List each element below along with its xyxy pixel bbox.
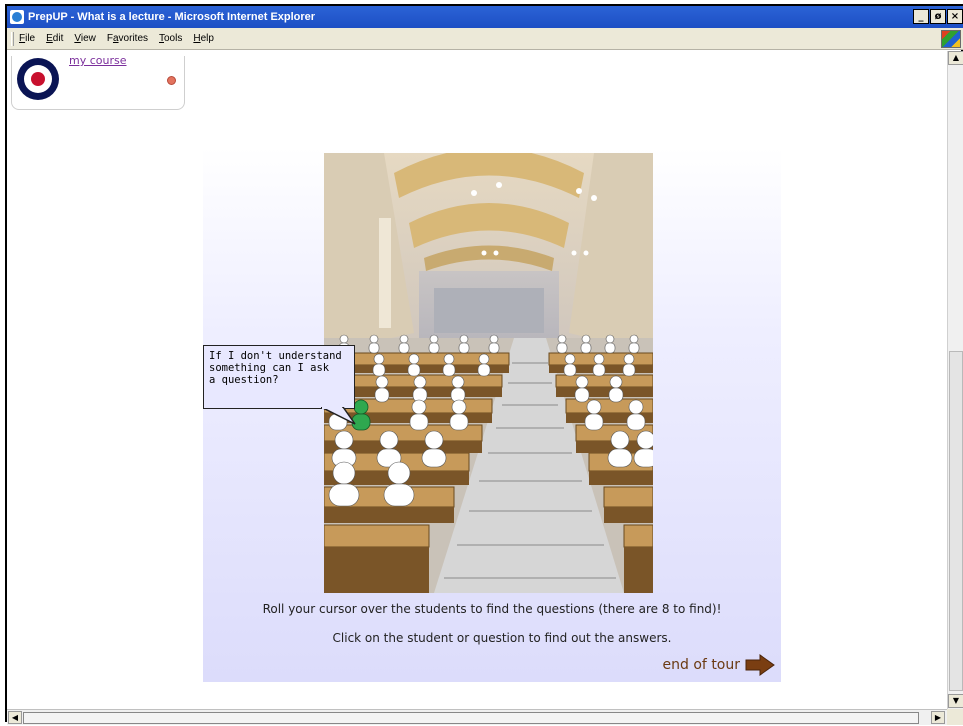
menu-view[interactable]: View [74,33,96,44]
menu-help-label: elp [200,33,214,44]
scroll-right-arrow-icon[interactable]: ▶ [931,711,945,724]
browser-window: PrepUP - What is a lecture - Microsoft I… [5,4,963,725]
roundel-logo-icon [17,58,59,100]
menu-help[interactable]: Help [193,33,214,44]
lecture-hall-illustration [324,153,653,593]
scrollbar-corner [947,709,963,725]
instruction-line-2: Click on the student or question to find… [332,631,672,645]
window-controls: _ ø × [913,9,963,24]
instruction-line-1: Roll your cursor over the students to fi… [262,602,722,616]
menu-favorites[interactable]: Favorites [107,33,148,44]
menu-file[interactable]: File [19,33,35,44]
question-callout[interactable]: If I don't understand something can I as… [203,345,355,409]
horizontal-scrollbar[interactable]: ◀ ▶ [7,709,947,725]
close-button[interactable]: × [947,9,963,24]
title-bar[interactable]: PrepUP - What is a lecture - Microsoft I… [7,6,963,28]
menu-file-label: ile [25,33,36,44]
horizontal-scroll-thumb[interactable] [23,712,919,724]
arrow-right-icon [745,654,775,676]
menu-view-label: iew [80,33,96,44]
my-course-link[interactable]: my course [69,54,127,67]
menu-tools[interactable]: Tools [159,33,182,44]
roundel-center [31,72,45,86]
ie-page-icon [10,10,24,24]
close-dot-icon[interactable] [167,76,176,85]
window-title: PrepUP - What is a lecture - Microsoft I… [28,11,316,23]
lecture-hall-image[interactable] [324,153,653,593]
callout-text: If I don't understand something can I as… [209,350,342,386]
menu-bar: File Edit View Favorites Tools Help [7,28,963,50]
menu-edit-label: dit [52,33,64,44]
end-of-tour-link[interactable]: end of tour [663,654,775,676]
scroll-up-arrow-icon[interactable]: ▲ [948,51,963,65]
scroll-left-arrow-icon[interactable]: ◀ [8,711,22,724]
vertical-scrollbar[interactable]: ▲ ▼ [947,51,963,709]
menu-edit-accel: E [46,33,53,44]
windows-logo-icon [941,30,961,48]
end-of-tour-label: end of tour [662,657,740,673]
page-viewport: my course If I don't understand somethin… [7,51,947,709]
callout-tail [321,407,356,425]
menu-favorites-label: vorites [118,33,148,44]
menu-help-accel: H [193,33,201,44]
restore-button[interactable]: ø [930,9,946,24]
tour-panel: If I don't understand something can I as… [203,147,781,682]
course-widget: my course [11,54,185,110]
vertical-scroll-thumb[interactable] [949,351,963,691]
scroll-down-arrow-icon[interactable]: ▼ [948,694,963,708]
menu-edit[interactable]: Edit [46,33,63,44]
minimize-button[interactable]: _ [913,9,929,24]
menu-tools-label: ools [164,33,183,44]
toolbar-grip[interactable] [11,31,14,46]
